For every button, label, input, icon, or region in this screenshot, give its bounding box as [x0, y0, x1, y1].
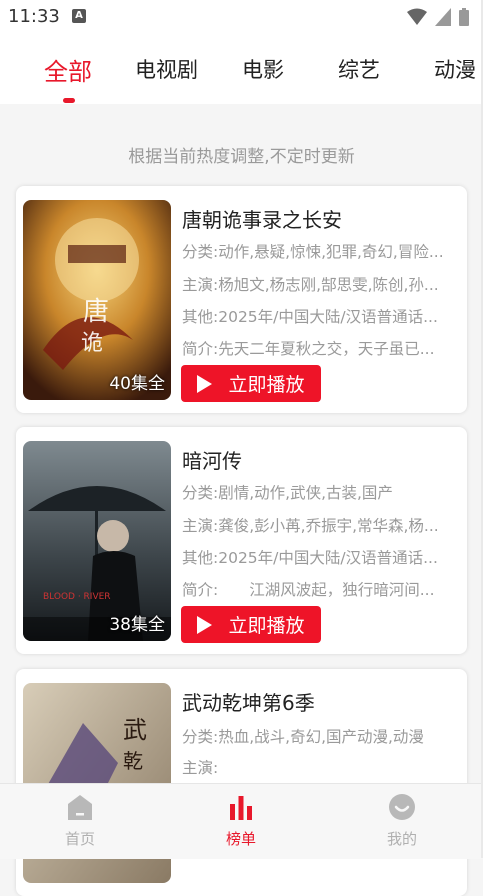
battery-icon — [459, 8, 469, 26]
item-category: 分类:热血,战斗,奇幻,国产动漫,动漫 — [182, 728, 424, 746]
item-title[interactable]: 唐朝诡事录之长安 — [182, 204, 342, 233]
tab-movies[interactable]: 电影 — [242, 54, 284, 84]
poster-image[interactable]: BLOOD · RIVER 38集全 — [23, 441, 171, 641]
chart-icon — [230, 796, 252, 820]
play-icon — [197, 374, 213, 393]
item-title[interactable]: 暗河传 — [182, 445, 242, 474]
play-button-label: 立即播放 — [228, 615, 305, 637]
item-category: 分类:动作,悬疑,惊悚,犯罪,奇幻,冒险... — [182, 243, 444, 261]
episode-count: 38集全 — [109, 615, 165, 635]
svg-text:BLOOD · RIVER: BLOOD · RIVER — [43, 592, 111, 602]
poster-image[interactable]: 唐 诡 40集全 — [23, 200, 171, 400]
status-time: 11:33 — [8, 6, 60, 27]
nav-profile-label: 我的 — [386, 830, 417, 848]
svg-text:唐: 唐 — [83, 297, 109, 327]
nav-ranking[interactable]: 榜单 — [201, 792, 281, 849]
home-icon — [68, 795, 92, 820]
nav-home[interactable]: 首页 — [40, 792, 120, 849]
signal-icon — [435, 8, 451, 26]
item-cast: 主演:杨旭文,杨志刚,郜思雯,陈创,孙... — [182, 276, 439, 294]
tab-variety[interactable]: 综艺 — [338, 54, 380, 84]
item-cast: 主演: — [182, 759, 219, 777]
nav-profile[interactable]: 我的 — [362, 792, 442, 849]
item-other: 其他:2025年/中国大陆/汉语普通话... — [182, 549, 438, 567]
svg-text:乾: 乾 — [123, 749, 143, 773]
list-item[interactable]: 唐 诡 40集全 唐朝诡事录之长安 分类:动作,悬疑,惊悚,犯罪,奇幻,冒险..… — [16, 186, 467, 413]
tab-tv-series[interactable]: 电视剧 — [135, 54, 198, 84]
profile-icon — [389, 794, 415, 820]
wifi-icon — [407, 8, 427, 25]
ranking-subtitle: 根据当前热度调整,不定时更新 — [128, 147, 355, 167]
tab-anime[interactable]: 动漫 — [434, 54, 476, 84]
tab-all[interactable]: 全部 — [44, 52, 92, 87]
list-item[interactable]: BLOOD · RIVER 38集全 暗河传 分类:剧情,动作,武侠,古装,国产… — [16, 427, 467, 654]
header-background — [0, 34, 24, 104]
episode-count: 40集全 — [109, 374, 165, 394]
nav-home-label: 首页 — [64, 830, 95, 848]
item-cast: 主演:龚俊,彭小苒,乔振宇,常华森,杨... — [182, 517, 439, 535]
play-now-button[interactable]: 立即播放 — [181, 606, 321, 643]
item-category: 分类:剧情,动作,武侠,古装,国产 — [182, 484, 393, 502]
status-bar: 11:33 A — [0, 0, 483, 34]
bottom-navigation: 首页 榜单 我的 — [0, 783, 483, 859]
category-tabs: 全部 电视剧 电影 综艺 动漫 — [24, 34, 483, 104]
svg-text:武: 武 — [123, 716, 147, 744]
item-intro: 简介: 江湖风波起，独行暗河间... — [182, 581, 435, 599]
nav-ranking-label: 榜单 — [225, 830, 256, 848]
active-tab-indicator — [63, 98, 75, 103]
item-other: 其他:2025年/中国大陆/汉语普通话... — [182, 308, 438, 326]
notification-icon: A — [72, 9, 86, 23]
svg-text:诡: 诡 — [81, 331, 103, 356]
item-intro: 简介:先天二年夏秋之交，天子虽已... — [182, 340, 435, 358]
play-now-button[interactable]: 立即播放 — [181, 365, 321, 402]
play-icon — [197, 615, 213, 634]
status-icons — [407, 8, 469, 26]
item-title[interactable]: 武动乾坤第6季 — [182, 687, 315, 716]
play-button-label: 立即播放 — [228, 374, 305, 396]
